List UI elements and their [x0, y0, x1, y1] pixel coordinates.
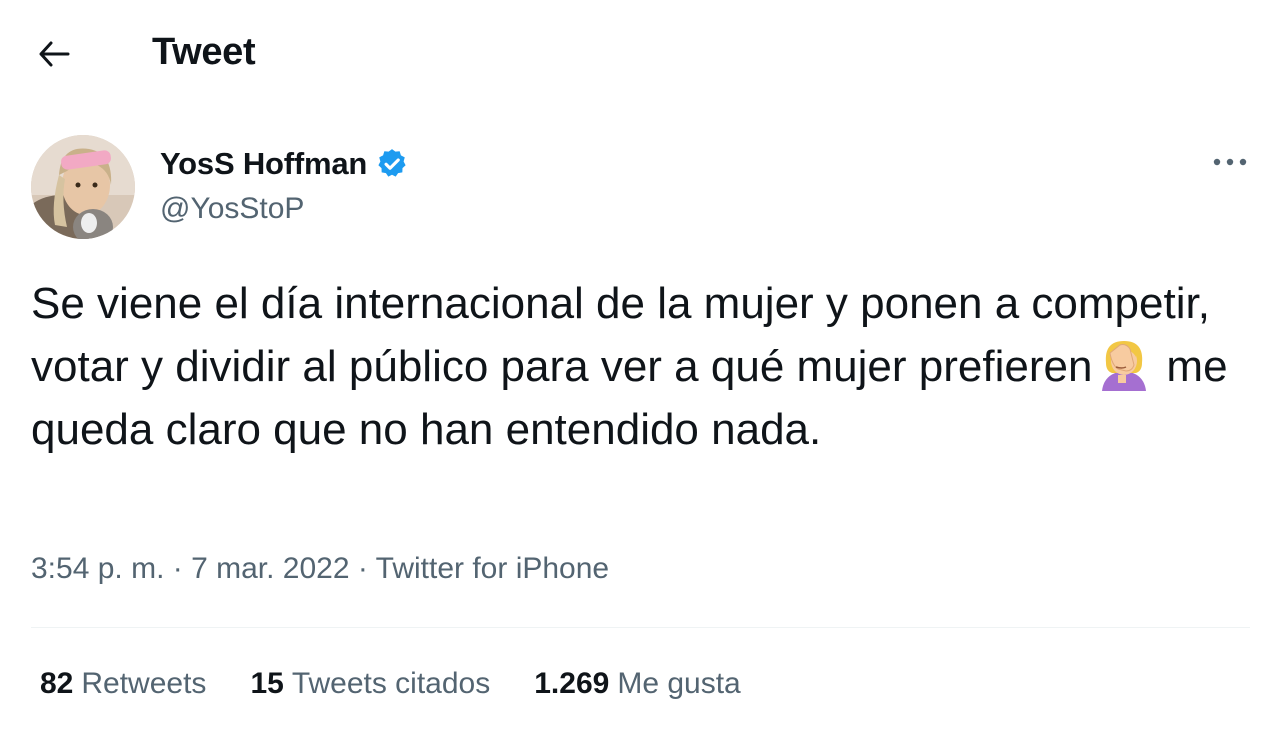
- tweet-source[interactable]: Twitter for iPhone: [376, 552, 609, 585]
- page-title: Tweet: [152, 31, 256, 73]
- retweets-stat[interactable]: 82 Retweets: [40, 667, 206, 701]
- meta-separator: ·: [357, 552, 368, 585]
- author-handle[interactable]: @YosStoP: [160, 192, 304, 226]
- verified-badge-icon: [378, 149, 406, 177]
- divider: [31, 627, 1250, 628]
- retweets-label: Retweets: [81, 667, 207, 700]
- meta-separator: ·: [172, 552, 183, 585]
- avatar-image: [31, 135, 135, 239]
- tweet-text-part-1: Se viene el día internacional de la muje…: [31, 279, 1210, 391]
- likes-count: 1.269: [534, 667, 610, 700]
- quotes-label: Tweets citados: [291, 667, 491, 700]
- author-name-text: YosS Hoffman: [160, 146, 368, 181]
- tweet-meta: 3:54 p. m. · 7 mar. 2022 · Twitter for i…: [31, 552, 609, 586]
- more-options-button[interactable]: [1208, 144, 1252, 180]
- more-horizontal-icon: [1213, 158, 1247, 166]
- woman-facepalming-emoji: [1102, 341, 1147, 391]
- author-name[interactable]: YosS Hoffman: [160, 146, 409, 182]
- back-button[interactable]: [30, 30, 78, 78]
- tweet-date[interactable]: 7 mar. 2022: [191, 552, 349, 585]
- likes-label: Me gusta: [617, 667, 741, 700]
- tweet-text: Se viene el día internacional de la muje…: [31, 272, 1246, 461]
- quotes-stat[interactable]: 15 Tweets citados: [250, 667, 490, 701]
- tweet-time[interactable]: 3:54 p. m.: [31, 552, 164, 585]
- retweets-count: 82: [40, 667, 74, 700]
- arrow-left-icon: [39, 41, 70, 67]
- tweet-stats: 82 Retweets 15 Tweets citados 1.269 Me gust…: [40, 667, 785, 701]
- quotes-count: 15: [250, 667, 284, 700]
- header: Tweet: [0, 0, 1280, 108]
- avatar[interactable]: [31, 135, 135, 239]
- likes-stat[interactable]: 1.269 Me gusta: [534, 667, 740, 701]
